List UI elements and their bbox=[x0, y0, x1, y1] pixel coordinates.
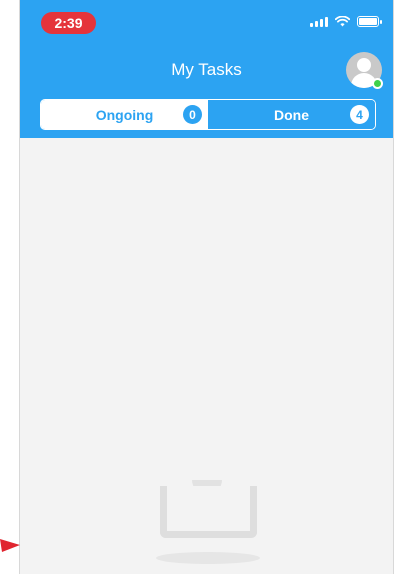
empty-tray-shadow bbox=[156, 552, 260, 564]
tab-ongoing-label: Ongoing bbox=[95, 106, 154, 123]
tab-done[interactable]: Done 4 bbox=[208, 100, 375, 129]
task-filter-segmented-control: Ongoing 0 Done 4 bbox=[40, 99, 376, 130]
phone-screen: 2:39 My Tasks Ongoing 0 Done 4 bbox=[19, 0, 394, 574]
online-status-dot bbox=[372, 78, 383, 89]
page: 2:39 My Tasks Ongoing 0 Done 4 bbox=[0, 0, 397, 574]
battery-icon bbox=[357, 16, 382, 27]
app-header: 2:39 My Tasks Ongoing 0 Done 4 bbox=[20, 0, 393, 138]
tab-ongoing[interactable]: Ongoing 0 bbox=[41, 100, 208, 129]
empty-tray-icon bbox=[160, 486, 257, 538]
red-arrow-pointer-icon bbox=[0, 539, 20, 552]
page-title: My Tasks bbox=[171, 60, 242, 79]
cellular-signal-icon bbox=[310, 16, 328, 27]
status-bar: 2:39 bbox=[20, 0, 393, 40]
ongoing-count-badge: 0 bbox=[183, 105, 202, 124]
empty-state-illustration bbox=[20, 480, 393, 574]
status-icons bbox=[310, 16, 382, 27]
done-count-badge: 4 bbox=[350, 105, 369, 124]
status-time: 2:39 bbox=[41, 12, 96, 34]
tab-done-label: Done bbox=[274, 106, 309, 123]
wifi-icon bbox=[335, 16, 350, 27]
